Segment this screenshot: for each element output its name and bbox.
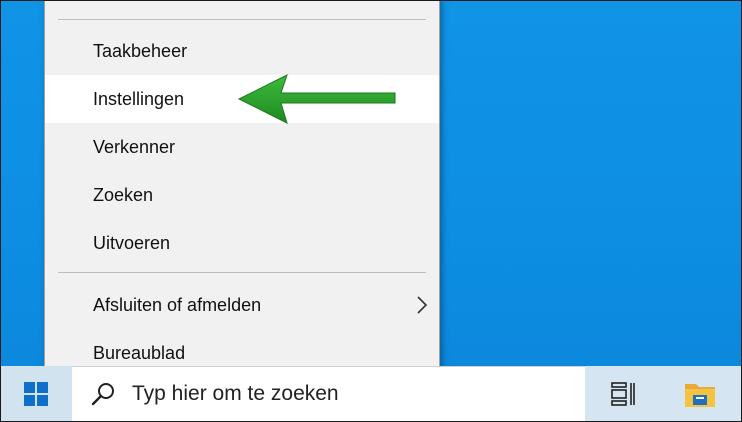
- folder-icon: [685, 384, 715, 407]
- start-button[interactable]: [0, 366, 72, 422]
- menu-item-label: Zoeken: [93, 184, 154, 205]
- windows-logo-icon: [24, 382, 48, 406]
- desktop-screen: Taakbeheer Instellingen Verkenner Zoeken…: [0, 0, 742, 422]
- menu-item-label: Taakbeheer: [93, 40, 188, 61]
- menu-item-label: Bureaublad: [93, 342, 186, 363]
- start-context-menu: Taakbeheer Instellingen Verkenner Zoeken…: [44, 0, 440, 386]
- search-placeholder: Typ hier om te zoeken: [132, 382, 339, 405]
- menu-separator-top: [58, 19, 426, 20]
- search-icon: [91, 383, 114, 406]
- menu-item-label: Uitvoeren: [93, 232, 171, 253]
- taskbar-search-box[interactable]: Typ hier om te zoeken: [72, 366, 585, 422]
- menu-item-taakbeheer[interactable]: Taakbeheer: [45, 27, 439, 75]
- menu-item-label: Verkenner: [93, 136, 176, 157]
- menu-item-uitvoeren[interactable]: Uitvoeren: [45, 219, 439, 267]
- menu-item-zoeken[interactable]: Zoeken: [45, 171, 439, 219]
- menu-item-afsluiten[interactable]: Afsluiten of afmelden: [45, 281, 439, 329]
- menu-item-verkenner[interactable]: Verkenner: [45, 123, 439, 171]
- green-pointer-arrow-icon: [237, 74, 396, 124]
- chevron-right-icon: [417, 296, 428, 314]
- task-view-button[interactable]: [597, 374, 649, 414]
- task-view-icon: [611, 382, 635, 406]
- menu-item-label: Afsluiten of afmelden: [93, 294, 262, 315]
- file-explorer-button[interactable]: [672, 374, 728, 414]
- taskbar: Typ hier om te zoeken: [0, 366, 742, 422]
- menu-separator-bottom: [58, 272, 426, 273]
- menu-item-label: Instellingen: [93, 88, 185, 109]
